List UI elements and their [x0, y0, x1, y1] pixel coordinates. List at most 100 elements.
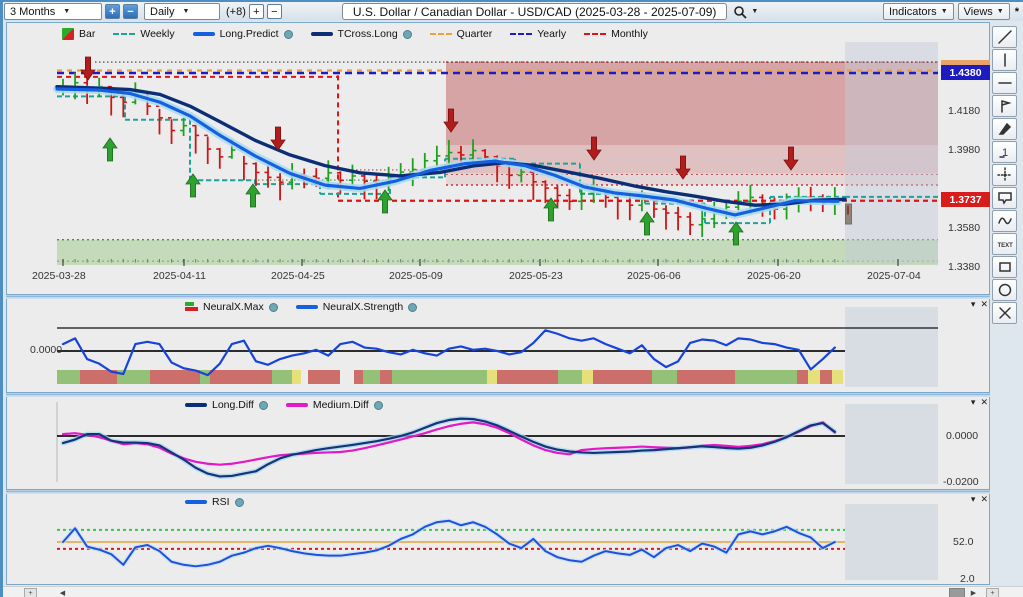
price-axis-label: 1.3580 [948, 222, 980, 234]
line-swatch-blue [296, 305, 318, 309]
range-zoom-out-button[interactable]: − [123, 4, 138, 19]
chevron-down-icon: ▼ [63, 8, 70, 15]
indicator-settings-dot-icon[interactable] [235, 498, 244, 507]
legend-item-long-diff[interactable]: Long.Diff [185, 399, 268, 411]
ellipse-icon [996, 281, 1014, 299]
interval-select[interactable]: Daily ▼ [144, 3, 220, 20]
window-left-border [0, 2, 3, 597]
scrollbar-thumb[interactable] [949, 588, 965, 597]
indicators-button[interactable]: Indicators ▼ [883, 3, 954, 20]
legend-item-quarter[interactable]: Quarter [430, 28, 493, 40]
legend-label: Quarter [457, 28, 493, 40]
date-axis-label: 2025-06-06 [627, 270, 681, 282]
nx-icon [185, 302, 198, 313]
crosshair-icon [996, 166, 1014, 184]
crosshair-tool-button[interactable] [992, 164, 1017, 186]
horizontal-scrollbar[interactable]: + ◀ ▶ + [0, 586, 1023, 597]
close-button[interactable] [992, 302, 1017, 324]
drawing-tools-palette: 1 TEXT [992, 26, 1019, 324]
indicator-settings-dot-icon[interactable] [284, 30, 293, 39]
bars-add-button[interactable]: + [249, 4, 264, 19]
scroll-add2-button[interactable]: + [986, 588, 999, 597]
legend-item-long-predict[interactable]: Long.Predict [193, 28, 293, 40]
panel-collapse-icon[interactable]: ▾ [971, 397, 976, 408]
neuralx-legend: NeuralX.Max NeuralX.Strength [185, 301, 428, 313]
legend-label: RSI [212, 496, 230, 508]
panel-close-icon[interactable]: ✕ [980, 494, 988, 505]
chevron-down-icon: ▼ [941, 8, 948, 15]
chart-title: U.S. Dollar / Canadian Dollar - USD/CAD … [353, 5, 717, 19]
price-badge-1.4380: 1.4380 [941, 65, 990, 80]
pointer-flag-icon [996, 97, 1014, 115]
rectangle-tool-button[interactable] [992, 256, 1017, 278]
date-axis-label: 2025-03-28 [32, 270, 86, 282]
price-badge-1.3737: 1.3737 [941, 192, 990, 207]
dash-swatch-darkblue [510, 33, 532, 35]
horizontal-line-icon [996, 74, 1014, 92]
range-select-value: 3 Months [10, 6, 55, 18]
range-select[interactable]: 3 Months ▼ [4, 3, 102, 20]
price-axis-label: 1.3380 [948, 261, 980, 273]
legend-item-weekly[interactable]: Weekly [113, 28, 174, 40]
rectangle-icon [996, 258, 1014, 276]
interval-select-value: Daily [150, 6, 174, 18]
indicator-settings-dot-icon[interactable] [269, 303, 278, 312]
date-axis-label: 2025-07-04 [867, 270, 921, 282]
callout-icon [996, 189, 1014, 207]
legend-item-bar[interactable]: Bar [62, 28, 95, 40]
pen-tool-button[interactable] [992, 118, 1017, 140]
range-zoom-in-button[interactable]: + [105, 4, 120, 19]
indicator-settings-dot-icon[interactable] [374, 401, 383, 410]
scroll-left-icon[interactable]: ◀ [56, 588, 69, 597]
indicator-settings-dot-icon[interactable] [259, 401, 268, 410]
bars-offset-label: (+8) [226, 6, 246, 18]
dash-swatch-teal [113, 33, 135, 35]
panel-close-icon[interactable]: ✕ [980, 299, 988, 310]
chevron-down-icon: ▼ [751, 8, 758, 15]
search-button[interactable]: ▼ [733, 5, 758, 19]
ellipse-tool-button[interactable] [992, 279, 1017, 301]
chart-title-box[interactable]: U.S. Dollar / Canadian Dollar - USD/CAD … [342, 3, 728, 20]
text-tool-button[interactable]: TEXT [992, 233, 1017, 255]
indicator-settings-dot-icon[interactable] [403, 30, 412, 39]
legend-item-tcross-long[interactable]: TCross.Long [311, 28, 412, 40]
bars-remove-button[interactable]: − [267, 4, 282, 19]
date-axis-label: 2025-06-20 [747, 270, 801, 282]
legend-item-monthly[interactable]: Monthly [584, 28, 648, 40]
callout-tool-button[interactable] [992, 187, 1017, 209]
scroll-right-icon[interactable]: ▶ [967, 588, 980, 597]
legend-label: NeuralX.Max [203, 301, 264, 313]
fibonacci-icon: 1 [996, 143, 1014, 161]
line-swatch-navy [311, 32, 333, 36]
line-swatch-magenta [286, 403, 308, 407]
diff-axis-label: -0.0200 [943, 476, 979, 488]
legend-item-neuralx-max[interactable]: NeuralX.Max [185, 301, 278, 313]
panel-close-icon[interactable]: ✕ [980, 397, 988, 408]
line-swatch-blue [193, 32, 215, 36]
panel-collapse-icon[interactable]: ▾ [971, 299, 976, 310]
pointer-flag-tool-button[interactable] [992, 95, 1017, 117]
price-axis-label: 1.4180 [948, 105, 980, 117]
indicator-settings-dot-icon[interactable] [408, 303, 417, 312]
legend-item-neuralx-strength[interactable]: NeuralX.Strength [296, 301, 418, 313]
legend-label: TCross.Long [338, 28, 398, 40]
vertical-line-tool-button[interactable] [992, 49, 1017, 71]
fibonacci-tool-button[interactable]: 1 [992, 141, 1017, 163]
legend-item-yearly[interactable]: Yearly [510, 28, 566, 40]
legend-label: NeuralX.Strength [323, 301, 404, 313]
views-button[interactable]: Views ▼ [958, 3, 1010, 20]
panel-collapse-icon[interactable]: ▾ [971, 494, 976, 505]
legend-item-medium-diff[interactable]: Medium.Diff [286, 399, 383, 411]
wave-icon [996, 212, 1014, 230]
top-toolbar: 3 Months ▼ + − Daily ▼ (+8) + − U.S. Dol… [0, 2, 1023, 21]
legend-item-rsi[interactable]: RSI [185, 496, 244, 508]
horizontal-line-tool-button[interactable] [992, 72, 1017, 94]
scroll-add-button[interactable]: + [24, 588, 37, 597]
trend-line-tool-button[interactable] [992, 26, 1017, 48]
vantagepoint-chart-window: 3 Months ▼ + − Daily ▼ (+8) + − U.S. Dol… [0, 0, 1023, 597]
legend-label: Bar [79, 28, 95, 40]
wave-tool-button[interactable] [992, 210, 1017, 232]
dash-swatch-orange [430, 33, 452, 35]
vertical-line-icon [996, 51, 1014, 69]
diff-legend: Long.Diff Medium.Diff [185, 399, 394, 411]
